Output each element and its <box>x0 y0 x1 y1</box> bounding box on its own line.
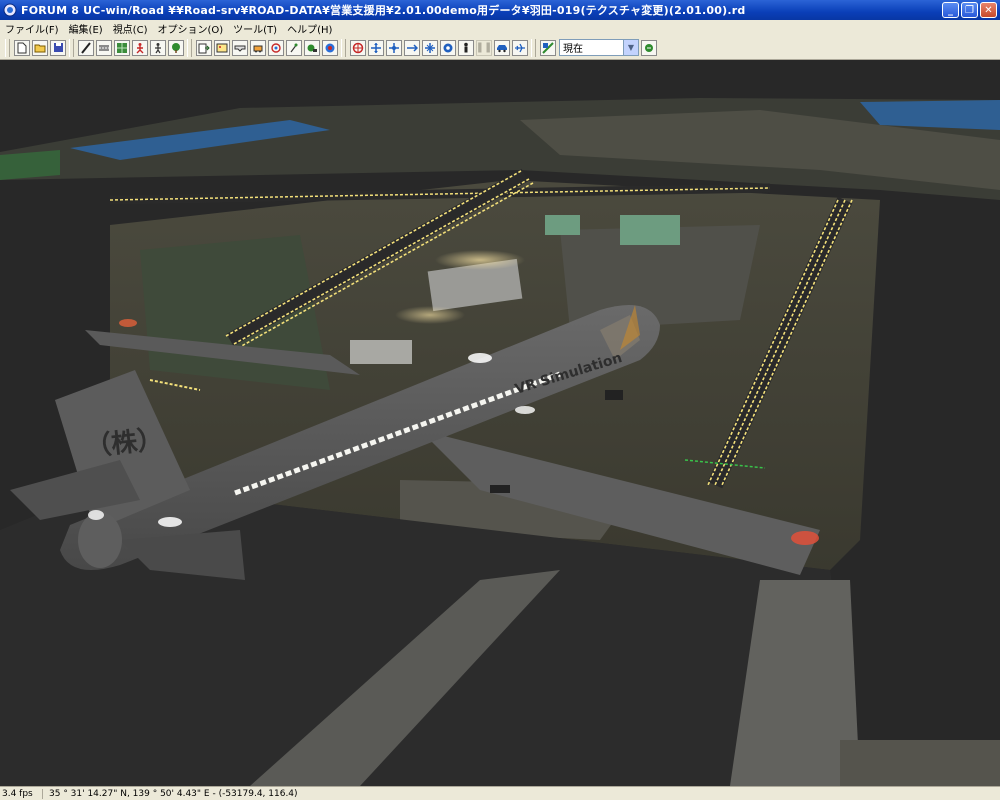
model-icon[interactable] <box>250 39 266 56</box>
coordinates-readout: 35 ° 31' 14.27" N, 139 ° 50' 4.43" E - (… <box>49 788 298 799</box>
menu-view[interactable]: 視点(C) <box>108 21 153 36</box>
apron-lights <box>395 306 465 324</box>
maximize-button[interactable]: ❐ <box>961 2 978 18</box>
apron-lights <box>435 250 525 270</box>
app-icon <box>3 3 17 17</box>
terminal-building <box>545 215 580 235</box>
rotate-icon[interactable] <box>268 39 284 56</box>
pause-icon[interactable]: ❚❚ <box>476 39 492 56</box>
toolbar-separator <box>341 38 346 57</box>
viewpoint-select[interactable]: 現在 ▼ <box>559 39 639 56</box>
save-icon[interactable] <box>50 39 66 56</box>
menu-edit[interactable]: 編集(E) <box>64 21 108 36</box>
terminal-building <box>620 215 680 245</box>
orbit-icon[interactable] <box>404 39 420 56</box>
drive-car-icon[interactable] <box>494 39 510 56</box>
target-icon[interactable] <box>322 39 338 56</box>
window-title: FORUM 8 UC-win/Road ¥¥Road-srv¥ROAD-DATA… <box>21 4 746 17</box>
scene-render: （株） VR Simulation <box>0 60 1000 786</box>
toolbar-separator <box>69 38 74 57</box>
pedestrian-walk-icon[interactable] <box>150 39 166 56</box>
export-icon[interactable] <box>196 39 212 56</box>
road-icon[interactable] <box>78 39 94 56</box>
viewpoint-select-value: 現在 <box>563 44 583 55</box>
plant-icon[interactable] <box>286 39 302 56</box>
3d-viewport[interactable]: （株） VR Simulation <box>0 60 1000 786</box>
image-icon[interactable] <box>214 39 230 56</box>
toolbar-separator <box>187 38 192 57</box>
road-definition-icon[interactable] <box>96 39 112 56</box>
cross-section-icon[interactable] <box>232 39 248 56</box>
go-icon[interactable] <box>641 39 657 56</box>
look-icon[interactable] <box>422 39 438 56</box>
open-folder-icon[interactable] <box>32 39 48 56</box>
tree-icon[interactable] <box>168 39 184 56</box>
toolbar-separator <box>531 38 536 57</box>
minimize-button[interactable]: _ <box>942 2 959 18</box>
airplane-icon[interactable] <box>512 39 528 56</box>
fps-readout: 3.4 fps <box>0 788 43 799</box>
pedestrian-icon[interactable] <box>132 39 148 56</box>
toolbar: ❚❚ 現在 ▼ <box>0 36 1000 60</box>
menu-help[interactable]: ヘルプ(H) <box>282 21 337 36</box>
terrain-icon[interactable] <box>114 39 130 56</box>
menu-options[interactable]: オプション(O) <box>152 21 228 36</box>
person-icon[interactable] <box>458 39 474 56</box>
new-file-icon[interactable] <box>14 39 30 56</box>
walk-view-icon[interactable] <box>350 39 366 56</box>
fly-view-icon[interactable] <box>386 39 402 56</box>
toolbar-grip[interactable] <box>5 38 10 57</box>
menu-tools[interactable]: ツール(T) <box>228 21 282 36</box>
ground-texture <box>840 740 1000 786</box>
title-bar: FORUM 8 UC-win/Road ¥¥Road-srv¥ROAD-DATA… <box>0 0 1000 20</box>
menu-bar: ファイル(F) 編集(E) 視点(C) オプション(O) ツール(T) ヘルプ(… <box>0 20 1000 36</box>
vehicle-icon[interactable] <box>304 39 320 56</box>
close-button[interactable]: ✕ <box>980 2 997 18</box>
camera-icon[interactable] <box>540 39 556 56</box>
move-view-icon[interactable] <box>368 39 384 56</box>
chevron-down-icon[interactable]: ▼ <box>623 40 638 55</box>
terminal-building <box>350 340 412 364</box>
status-bar: 3.4 fps 35 ° 31' 14.27" N, 139 ° 50' 4.4… <box>0 786 1000 800</box>
green-area <box>0 150 60 180</box>
menu-file[interactable]: ファイル(F) <box>0 21 64 36</box>
camera-position-icon[interactable] <box>440 39 456 56</box>
